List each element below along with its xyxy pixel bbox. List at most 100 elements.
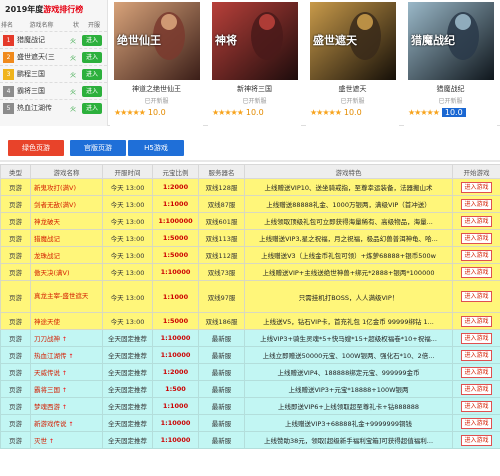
cell-game-name[interactable]: 梦魂西游 ↑ [30,397,103,415]
game-thumbnail[interactable]: 盛世遮天 [310,2,396,80]
cell-game-name[interactable]: 热血江湖传 ↑ [30,346,103,364]
game-link[interactable]: 天威传说 [34,369,60,377]
game-name[interactable]: 新神将三国 [208,84,301,94]
tab-3[interactable]: H5游戏 [128,140,184,156]
rank-hot-status: 火 [69,71,76,79]
cell-game-name[interactable]: 傲天决(满V) [30,263,103,281]
game-name[interactable]: 神道之绝世仙王 [110,84,203,94]
rank-game-name[interactable]: 猎魔战记 [14,35,66,45]
rank-game-name[interactable]: 鹏程三国 [14,69,66,79]
ranking-list: 1 猎魔战记火进入 2 盛世遮天(三火进入 3 鹏程三国火进入 4 霸将三国火进入 5 热血江湖传… [0,31,107,116]
enter-game-button[interactable]: 进入游戏 [461,215,492,227]
enter-game-button[interactable]: 进入游戏 [461,434,492,446]
game-card[interactable]: 神将 新神将三国 已开新服 ★★★★★ 10.0 [208,0,301,126]
cell-start: 进入游戏 [452,212,500,230]
game-link[interactable]: 神途天使 [34,318,60,326]
game-link[interactable]: 新鬼攻打(满V) [34,184,76,192]
rank-number: 1 [3,34,14,46]
game-link[interactable]: 霸将三国 [34,386,60,394]
enter-game-button[interactable]: 进入游戏 [461,400,492,412]
rank-enter-button[interactable]: 进入 [82,85,102,97]
rank-enter-button[interactable]: 进入 [82,34,102,46]
enter-game-button[interactable]: 进入游戏 [461,249,492,261]
game-thumbnail[interactable]: 神将 [212,2,298,80]
game-link[interactable]: 新游戏传说 [34,420,67,428]
game-name[interactable]: 猎魔战纪 [404,84,497,94]
game-card[interactable]: 猎魔战纪 猎魔战纪 已开新服 ★★★★★ 10.0 [404,0,497,126]
game-link[interactable]: 神龙破天 [34,218,60,226]
enter-game-button[interactable]: 进入游戏 [461,417,492,429]
game-link[interactable]: 猎魔战记 [34,235,60,243]
enter-game-button[interactable]: 进入游戏 [461,366,492,378]
game-thumbnail[interactable]: 绝世仙王 [114,2,200,80]
cell-game-name[interactable]: 真龙主宰-盛世遮天 [30,280,103,313]
tab-2[interactable]: 官版页游 [70,140,126,156]
enter-game-button[interactable]: 进入游戏 [461,232,492,244]
cell-start: 进入游戏 [452,329,500,347]
table-row: 页游 刀刀战神 ↑ 全天固定推荐 1:10000 最新服 上线VIP3+骑生灵魂*5+快马… [0,329,500,347]
cell-type: 页游 [0,414,31,432]
game-link[interactable]: 热血江湖传 [34,352,67,360]
game-link[interactable]: 剑者无敌(满V) [34,201,76,209]
cell-game-name[interactable]: 刀刀战神 ↑ [30,329,103,347]
cell-game-name[interactable]: 龙珠战记 [30,246,103,264]
ranking-row[interactable]: 3 鹏程三国火进入 [0,65,107,82]
cell-game-name[interactable]: 神途天使 [30,312,103,330]
enter-game-button[interactable]: 进入游戏 [461,383,492,395]
game-link[interactable]: 真龙主宰-盛世遮天 [34,292,88,300]
enter-game-button[interactable]: 进入游戏 [461,332,492,344]
ranking-row[interactable]: 4 霸将三国火进入 [0,82,107,99]
cell-ratio: 1:2000 [152,363,199,381]
game-link[interactable]: 傲天决(满V) [34,269,70,277]
rank-enter-button[interactable]: 进入 [82,102,102,114]
rank-game-name[interactable]: 盛世遮天(三 [14,52,66,62]
enter-game-button[interactable]: 进入游戏 [461,266,492,278]
cell-type: 页游 [0,263,31,281]
cell-ratio: 1:1000 [152,280,199,313]
game-link[interactable]: 梦魂西游 [34,403,60,411]
rank-game-name[interactable]: 热血江湖传 [14,103,66,113]
enter-game-button[interactable]: 进入游戏 [461,291,492,302]
game-link[interactable]: 龙珠战记 [34,252,60,260]
game-score: 10.0 [343,107,362,117]
game-link[interactable]: 灭世 [34,437,47,445]
enter-game-button[interactable]: 进入游戏 [461,181,492,193]
cell-ratio: 1:1000 [152,397,199,415]
enter-game-button[interactable]: 进入游戏 [461,198,492,210]
cell-game-name[interactable]: 霸将三国 ↑ [30,380,103,398]
game-card[interactable]: 盛世遮天 盛世遮天 已开新服 ★★★★★ 10.0 [306,0,399,126]
rank-enter-button[interactable]: 进入 [82,68,102,80]
cell-open-time: 全天固定推荐 [102,346,153,364]
rank-number: 3 [3,68,14,80]
cell-game-name[interactable]: 新鬼攻打(满V) [30,178,103,196]
cell-type: 页游 [0,246,31,264]
enter-game-button[interactable]: 进入游戏 [461,349,492,361]
ranking-row[interactable]: 1 猎魔战记火进入 [0,31,107,48]
cell-game-name[interactable]: 神龙破天 [30,212,103,230]
rank-enter-button[interactable]: 进入 [82,51,102,63]
game-link[interactable]: 刀刀战神 [34,335,60,343]
game-score: 10.0 [147,107,166,117]
game-status: 已开新服 [438,98,463,105]
cell-server: 最新服 [198,397,245,415]
featured-games: 绝世仙王 神道之绝世仙王 已开新服 ★★★★★ 10.0 神将 新神将三国 已开新服 ★★★★★… [110,0,500,126]
game-art-title: 绝世仙王 [117,34,161,47]
cell-game-name[interactable]: 灭世 ↑ [30,431,103,449]
cell-feature: 上线VIP3+骑生灵魂*5+快马嫂*15+超级权福卷*10+祝福... [244,329,453,347]
rank-game-name[interactable]: 霸将三国 [14,86,66,96]
cell-type: 页游 [0,212,31,230]
ranking-row[interactable]: 5 热血江湖传火进入 [0,99,107,116]
tab-1[interactable]: 绿色页游 [8,140,64,156]
cell-open-time: 今天 13:00 [102,195,153,213]
cell-feature: 上线赠送VIP3+元宝*18888+100W银两 [244,380,453,398]
cell-game-name[interactable]: 新游戏传说 ↑ [30,414,103,432]
cell-game-name[interactable]: 剑者无敌(满V) [30,195,103,213]
cell-game-name[interactable]: 天威传说 ↑ [30,363,103,381]
cell-type: 页游 [0,380,31,398]
game-thumbnail[interactable]: 猎魔战纪 [408,2,494,80]
game-card[interactable]: 绝世仙王 神道之绝世仙王 已开新服 ★★★★★ 10.0 [110,0,203,126]
enter-game-button[interactable]: 进入游戏 [461,315,492,327]
ranking-row[interactable]: 2 盛世遮天(三火进入 [0,48,107,65]
game-name[interactable]: 盛世遮天 [306,84,399,94]
cell-game-name[interactable]: 猎魔战记 [30,229,103,247]
